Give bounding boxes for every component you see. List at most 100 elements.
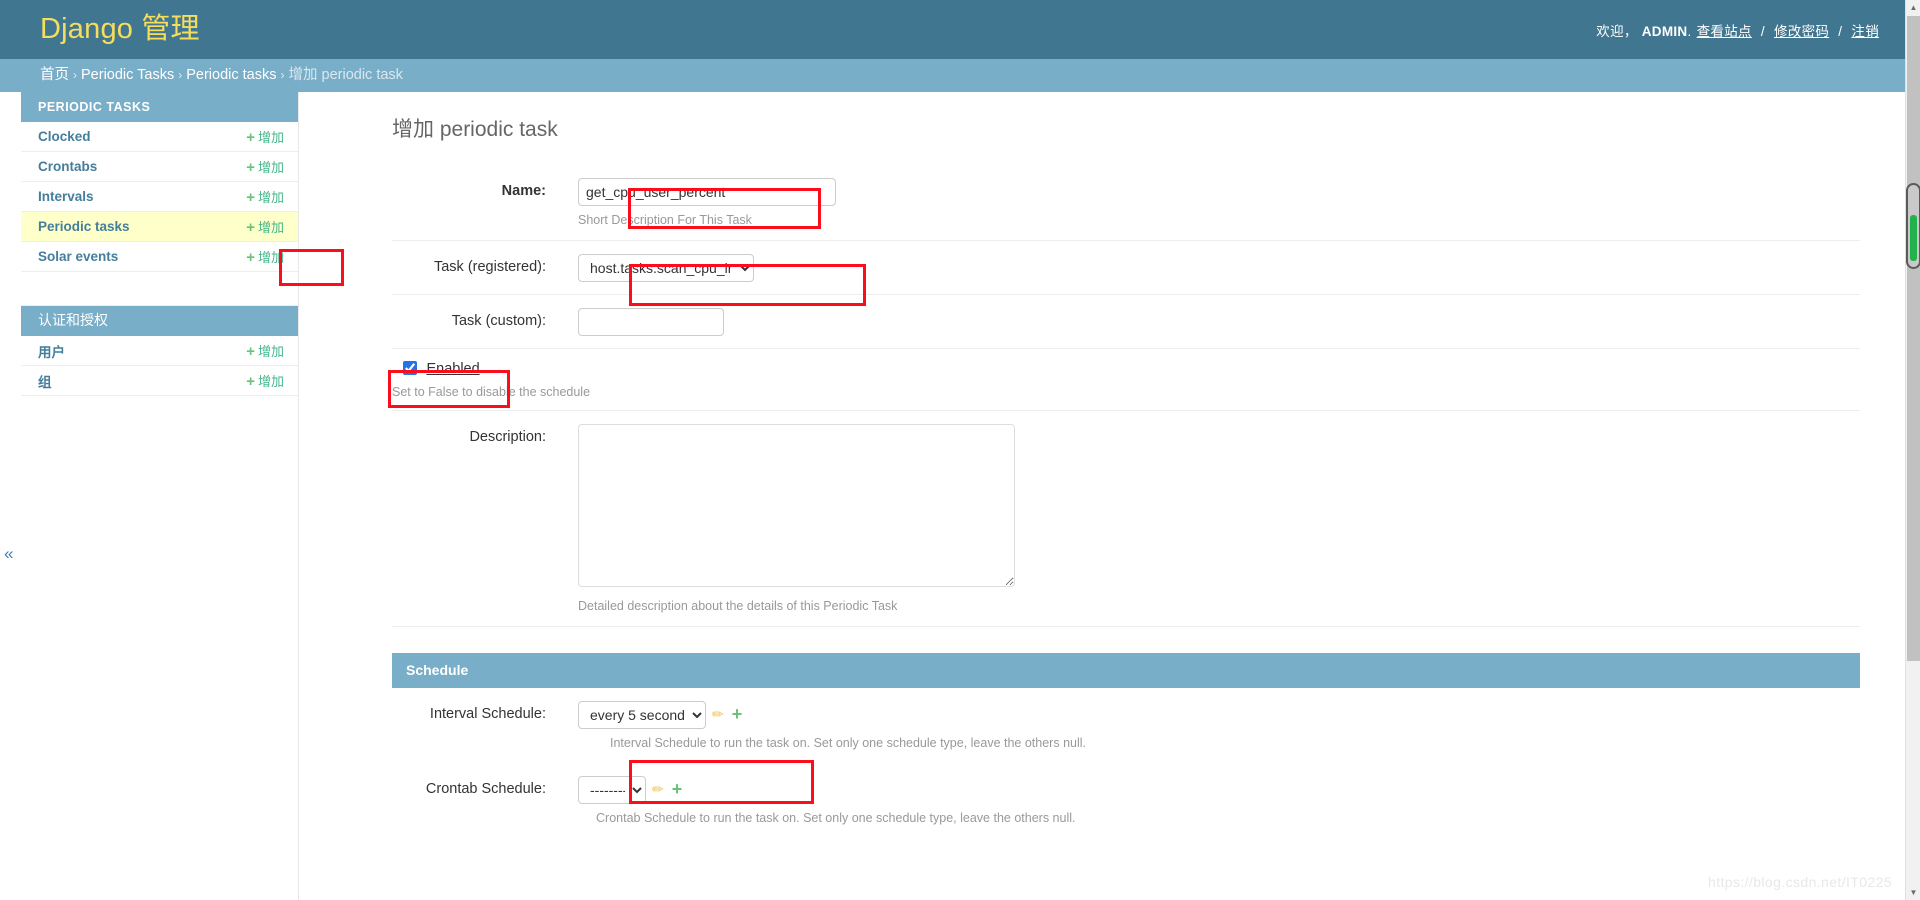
sidebar-row-solar-events[interactable]: Solar events + 增加 bbox=[21, 242, 298, 272]
form-row-task-registered: Task (registered): host.tasks.scan_cpu_i… bbox=[392, 241, 1860, 295]
add-link-groups[interactable]: + 增加 bbox=[246, 371, 284, 390]
view-site-link[interactable]: 查看站点 bbox=[1697, 24, 1752, 39]
page-title: 增加 periodic task bbox=[392, 118, 558, 141]
interval-schedule-field-cell: every 5 seconds ✏ + bbox=[578, 701, 742, 729]
breadcrumb-current: 增加 periodic task bbox=[288, 67, 403, 83]
task-custom-field-cell bbox=[578, 308, 724, 336]
username-dot: . bbox=[1687, 24, 1692, 39]
logout-link[interactable]: 注销 bbox=[1851, 24, 1879, 39]
welcome-text: 欢迎， bbox=[1596, 24, 1638, 39]
form-row-enabled: Enabled Set to False to disable the sche… bbox=[392, 349, 1860, 411]
interval-schedule-label: Interval Schedule: bbox=[429, 706, 546, 722]
plus-icon: + bbox=[246, 159, 255, 176]
form-row-task-custom: Task (custom): bbox=[392, 295, 1860, 349]
sidebar-item-periodic-tasks[interactable]: Periodic tasks bbox=[38, 219, 130, 234]
add-link-intervals[interactable]: + 增加 bbox=[246, 187, 284, 206]
sidebar-row-clocked[interactable]: Clocked + 增加 bbox=[21, 122, 298, 152]
edit-pencil-icon[interactable]: ✏ bbox=[712, 706, 724, 722]
enabled-label[interactable]: Enabled bbox=[426, 361, 479, 377]
scrollbar-down-arrow-icon[interactable]: ▼ bbox=[1906, 885, 1920, 900]
enabled-help-text: Set to False to disable the schedule bbox=[392, 385, 591, 399]
description-field-cell: Detailed description about the details o… bbox=[578, 424, 1015, 614]
crontab-schedule-select[interactable]: --------- bbox=[578, 776, 646, 804]
breadcrumb-app[interactable]: Periodic Tasks bbox=[81, 67, 174, 83]
sidebar-item-solar-events[interactable]: Solar events bbox=[38, 249, 118, 264]
sidebar-row-groups[interactable]: 组 + 增加 bbox=[21, 366, 298, 396]
description-label: Description: bbox=[469, 429, 546, 445]
user-tools: 欢迎， ADMIN. 查看站点 / 修改密码 / 注销 bbox=[1596, 20, 1880, 40]
edit-pencil-icon[interactable]: ✏ bbox=[652, 781, 664, 797]
branding: Django 管理 bbox=[40, 11, 200, 47]
enabled-checkbox[interactable] bbox=[403, 361, 417, 375]
add-label: 增加 bbox=[257, 160, 284, 175]
crontab-schedule-label: Crontab Schedule: bbox=[425, 781, 546, 797]
scrollbar-up-arrow-icon[interactable]: ▲ bbox=[1906, 0, 1920, 15]
page-scrollbar[interactable]: ▲ ▼ bbox=[1905, 0, 1920, 900]
breadcrumb-model[interactable]: Periodic tasks bbox=[186, 67, 276, 83]
task-custom-label: Task (custom): bbox=[451, 313, 546, 329]
plus-icon: + bbox=[246, 219, 255, 236]
breadcrumb-home[interactable]: 首页 bbox=[40, 67, 69, 83]
sidebar-module-gap bbox=[21, 272, 298, 306]
add-link-clocked[interactable]: + 增加 bbox=[246, 127, 284, 146]
schedule-section-title: Schedule bbox=[392, 653, 1860, 688]
task-registered-field-cell: host.tasks.scan_cpu_info bbox=[578, 254, 754, 282]
site-header: Django 管理 欢迎， ADMIN. 查看站点 / 修改密码 / 注销 bbox=[0, 0, 1905, 59]
plus-icon: + bbox=[246, 189, 255, 206]
plus-icon: + bbox=[246, 129, 255, 146]
sidebar-row-periodic-tasks[interactable]: Periodic tasks + 增加 bbox=[21, 212, 298, 242]
plus-icon: + bbox=[246, 343, 255, 360]
breadcrumb-sep-2: › bbox=[178, 68, 183, 82]
sidebar-item-users[interactable]: 用户 bbox=[38, 341, 65, 361]
sidebar-item-intervals[interactable]: Intervals bbox=[38, 189, 94, 204]
add-plus-icon[interactable]: + bbox=[732, 704, 743, 724]
interval-schedule-select[interactable]: every 5 seconds bbox=[578, 701, 706, 729]
sidebar-row-crontabs[interactable]: Crontabs + 增加 bbox=[21, 152, 298, 182]
scrollbar-track-fill[interactable] bbox=[1907, 16, 1920, 661]
form-row-name: Name: Short Description For This Task bbox=[392, 165, 1860, 241]
add-label: 增加 bbox=[257, 250, 284, 265]
description-textarea[interactable] bbox=[578, 424, 1015, 587]
add-label: 增加 bbox=[257, 344, 284, 359]
interval-schedule-help-text: Interval Schedule to run the task on. Se… bbox=[610, 736, 1086, 750]
sidebar-item-groups[interactable]: 组 bbox=[38, 371, 52, 391]
breadcrumb: 首页 › Periodic Tasks › Periodic tasks › 增加 peri… bbox=[0, 59, 1905, 92]
sidebar: PERIODIC TASKS Clocked + 增加 Crontabs + 增加 … bbox=[21, 92, 299, 900]
plus-icon: + bbox=[246, 249, 255, 266]
add-link-solar-events[interactable]: + 增加 bbox=[246, 247, 284, 266]
add-link-crontabs[interactable]: + 增加 bbox=[246, 157, 284, 176]
task-registered-label: Task (registered): bbox=[433, 259, 546, 275]
task-custom-input[interactable] bbox=[578, 308, 724, 336]
description-help-text: Detailed description about the details o… bbox=[578, 599, 898, 613]
sidebar-row-users[interactable]: 用户 + 增加 bbox=[21, 336, 298, 366]
name-input[interactable] bbox=[578, 178, 836, 206]
add-label: 增加 bbox=[257, 374, 284, 389]
add-link-users[interactable]: + 增加 bbox=[246, 341, 284, 360]
name-help-text: Short Description For This Task bbox=[578, 213, 752, 227]
scrollbar-thumb-indicator bbox=[1910, 215, 1917, 261]
sidebar-item-crontabs[interactable]: Crontabs bbox=[38, 159, 97, 174]
add-label: 增加 bbox=[257, 130, 284, 145]
form-row-crontab-schedule: Crontab Schedule: --------- ✏ + Crontab S… bbox=[392, 763, 1860, 838]
form-row-interval-schedule: Interval Schedule: every 5 seconds ✏ + In… bbox=[392, 688, 1860, 763]
username-label: ADMIN bbox=[1641, 24, 1688, 39]
user-tools-separator-1: / bbox=[1760, 24, 1765, 39]
name-field-cell: Short Description For This Task bbox=[578, 178, 836, 228]
sidebar-caption-auth: 认证和授权 bbox=[21, 306, 298, 336]
crontab-schedule-help-text: Crontab Schedule to run the task on. Set… bbox=[596, 811, 1076, 825]
site-title[interactable]: Django 管理 bbox=[40, 11, 200, 47]
breadcrumb-sep-1: › bbox=[73, 68, 77, 82]
task-registered-select[interactable]: host.tasks.scan_cpu_info bbox=[578, 254, 754, 282]
add-label: 增加 bbox=[257, 190, 284, 205]
plus-icon: + bbox=[246, 373, 255, 390]
add-plus-icon[interactable]: + bbox=[672, 779, 683, 799]
sidebar-collapse-icon[interactable]: « bbox=[4, 545, 13, 562]
sidebar-item-clocked[interactable]: Clocked bbox=[38, 129, 91, 144]
crontab-schedule-field-cell: --------- ✏ + bbox=[578, 776, 682, 804]
form-row-description: Description: Detailed description about … bbox=[392, 411, 1860, 627]
user-tools-separator-2: / bbox=[1838, 24, 1843, 39]
change-password-link[interactable]: 修改密码 bbox=[1774, 24, 1829, 39]
sidebar-tail bbox=[21, 396, 298, 406]
add-link-periodic-tasks[interactable]: + 增加 bbox=[246, 217, 284, 236]
sidebar-row-intervals[interactable]: Intervals + 增加 bbox=[21, 182, 298, 212]
